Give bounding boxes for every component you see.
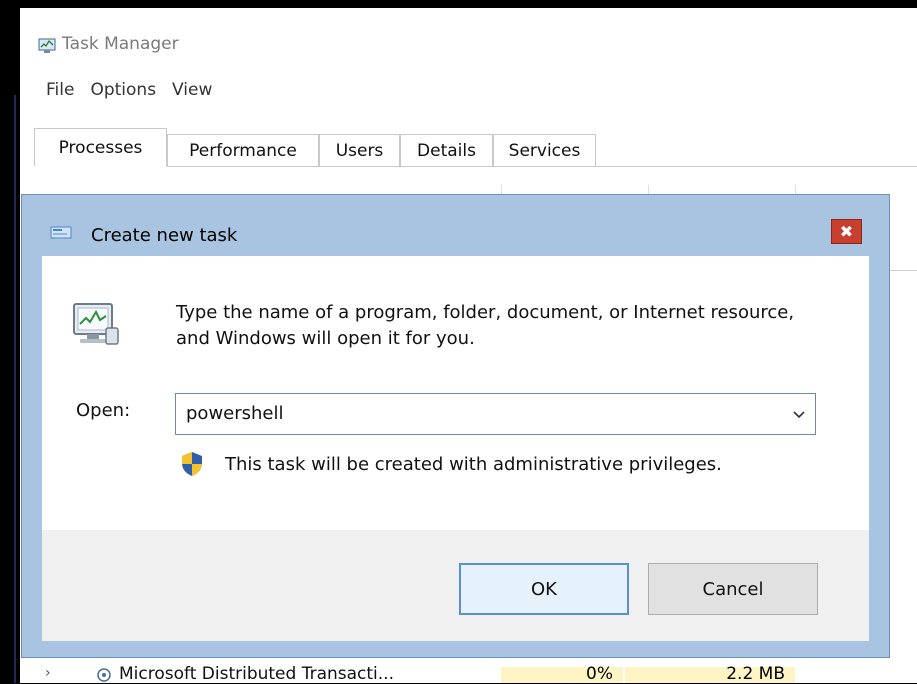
tab-details[interactable]: Details xyxy=(400,134,493,166)
program-monitor-icon xyxy=(73,303,119,345)
memory-cell: 2.2 MB xyxy=(625,664,795,684)
menu-view[interactable]: View xyxy=(172,80,222,104)
task-manager-titlebar: Task Manager xyxy=(20,8,917,70)
open-combobox[interactable] xyxy=(175,393,816,435)
close-icon: ✖ xyxy=(839,222,854,241)
dialog-title: Create new task xyxy=(91,225,238,246)
dialog-message: Type the name of a program, folder, docu… xyxy=(176,302,795,349)
service-icon xyxy=(97,668,111,682)
tab-services[interactable]: Services xyxy=(493,134,596,166)
task-manager-title: Task Manager xyxy=(62,34,179,54)
run-dialog-icon xyxy=(50,226,72,239)
menu-options[interactable]: Options xyxy=(90,80,166,104)
tab-strip: Processes Performance Users Details Serv… xyxy=(34,120,917,170)
table-row[interactable]: › Microsoft Distributed Transacti... 0% … xyxy=(45,664,805,684)
uac-shield-icon xyxy=(182,452,202,476)
menu-bar: File Options View xyxy=(46,80,228,104)
window-edge xyxy=(0,95,20,683)
cancel-button[interactable]: Cancel xyxy=(648,563,818,615)
tab-performance[interactable]: Performance xyxy=(167,134,319,166)
menu-file[interactable]: File xyxy=(46,80,84,104)
open-input[interactable] xyxy=(186,400,776,426)
window-edge-line xyxy=(14,95,16,683)
ok-button[interactable]: OK xyxy=(459,563,629,615)
tab-processes[interactable]: Processes xyxy=(34,128,167,167)
dialog-client-area: Type the name of a program, folder, docu… xyxy=(42,256,869,641)
open-label: Open: xyxy=(76,400,131,421)
task-manager-icon xyxy=(38,38,56,53)
expand-chevron-icon[interactable]: › xyxy=(45,665,51,681)
dialog-body: Type the name of a program, folder, docu… xyxy=(42,256,869,530)
memory-value: 2.2 MB xyxy=(726,664,785,684)
admin-privileges-note: This task will be created with administr… xyxy=(225,454,722,475)
cpu-value: 0% xyxy=(586,664,613,684)
process-name: Microsoft Distributed Transacti... xyxy=(119,664,394,684)
dropdown-chevron-icon[interactable] xyxy=(791,406,807,422)
cpu-cell: 0% xyxy=(501,664,623,684)
tab-users[interactable]: Users xyxy=(319,134,400,166)
close-button[interactable]: ✖ xyxy=(831,219,862,244)
create-new-task-dialog: Create new task ✖ Type the name of a pro… xyxy=(21,194,890,658)
